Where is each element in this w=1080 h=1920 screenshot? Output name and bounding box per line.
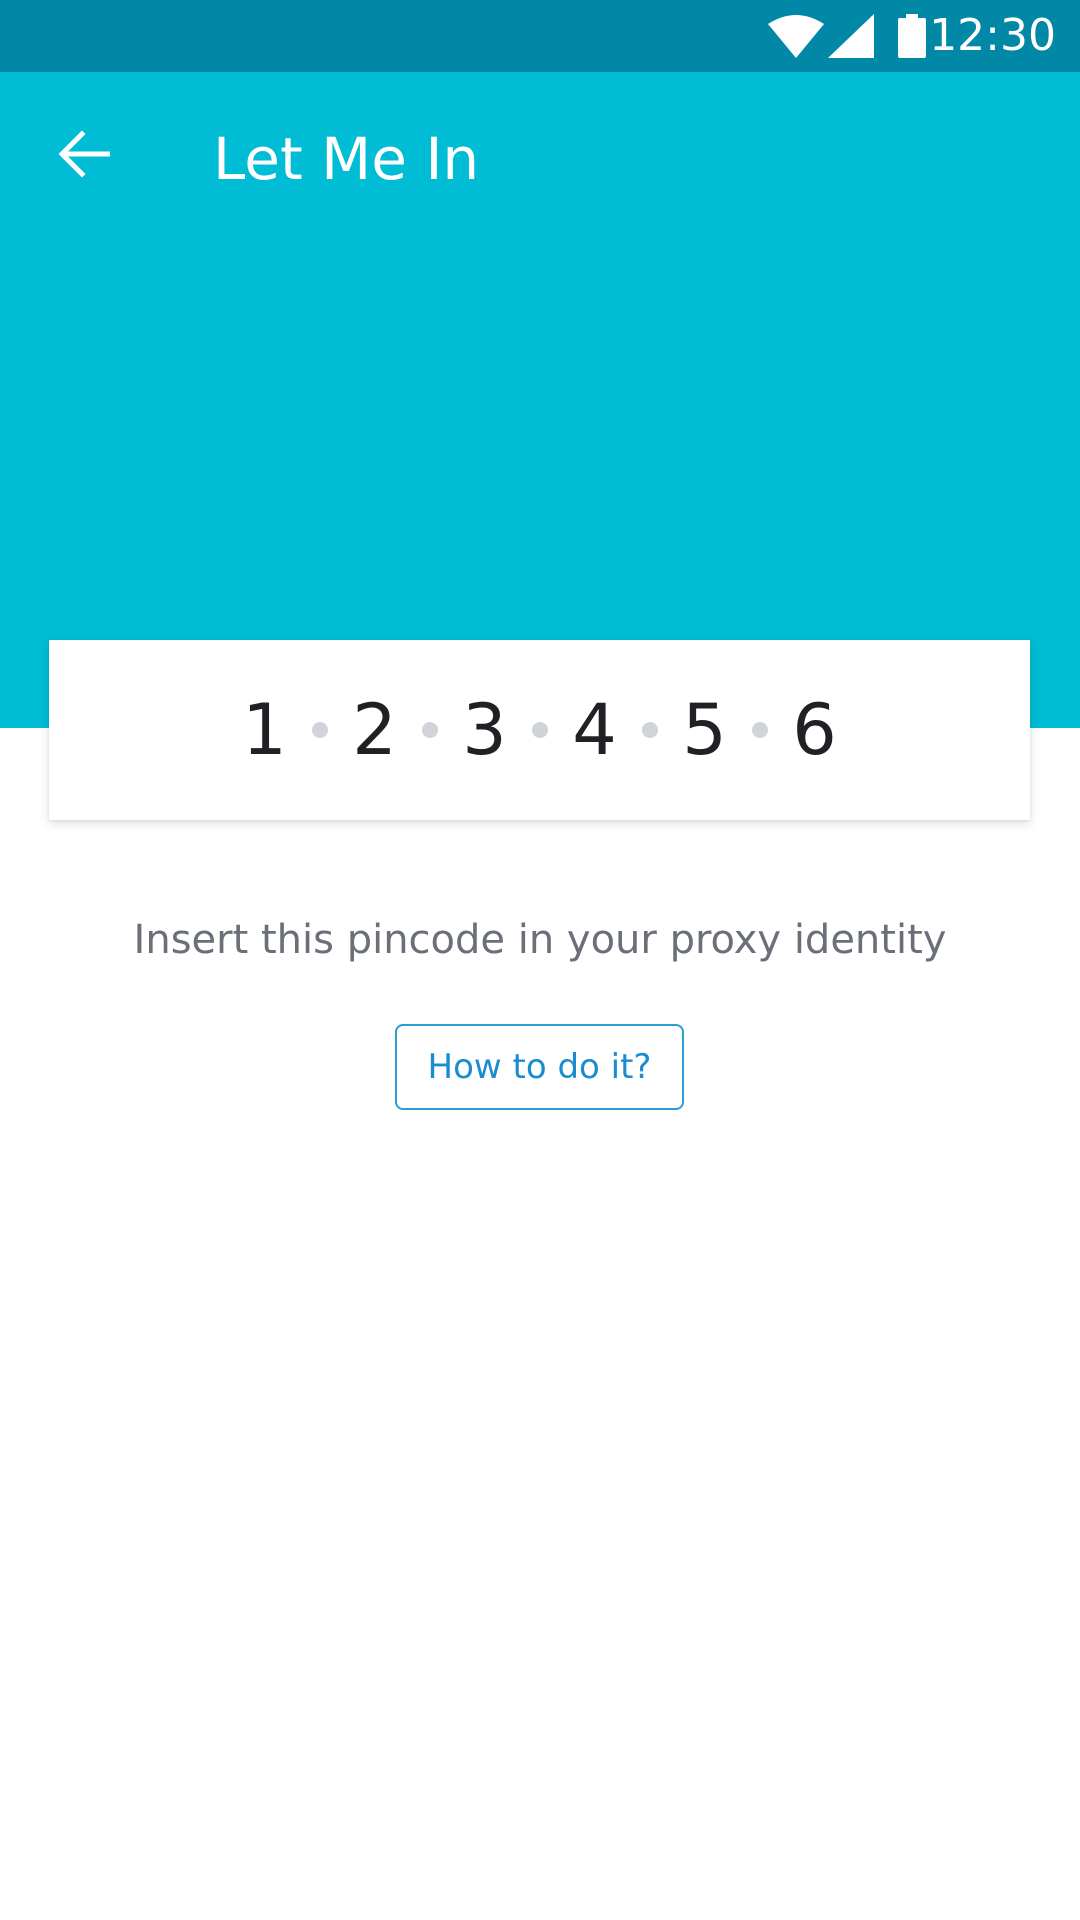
status-time: 12:30 [929,10,1056,61]
pin-digit: 6 [792,689,837,771]
instruction-text: Insert this pincode in your proxy identi… [133,917,947,963]
pin-separator-dot [311,722,328,738]
pincode-row: 1 2 3 4 5 6 [241,685,839,775]
how-to-button[interactable]: How to do it? [395,1024,684,1110]
signal-icon [828,14,874,63]
pin-separator-dot [421,722,438,738]
battery-icon [898,14,926,63]
pin-digit: 2 [352,689,397,771]
status-bar: 12:30 [0,0,1080,72]
pin-digit: 4 [572,689,617,771]
app-bar: Let Me In [0,72,1080,728]
back-button[interactable] [40,112,128,200]
pin-separator-dot [531,722,548,738]
page-title: Let Me In [213,125,480,193]
pin-digit: 1 [242,689,287,771]
arrow-left-icon [58,128,111,185]
pin-digit: 5 [682,689,727,771]
pin-separator-dot [751,722,768,738]
wifi-icon [768,14,824,63]
pin-separator-dot [641,722,658,738]
pin-digit: 3 [462,689,507,771]
pincode-card: 1 2 3 4 5 6 [49,640,1030,820]
